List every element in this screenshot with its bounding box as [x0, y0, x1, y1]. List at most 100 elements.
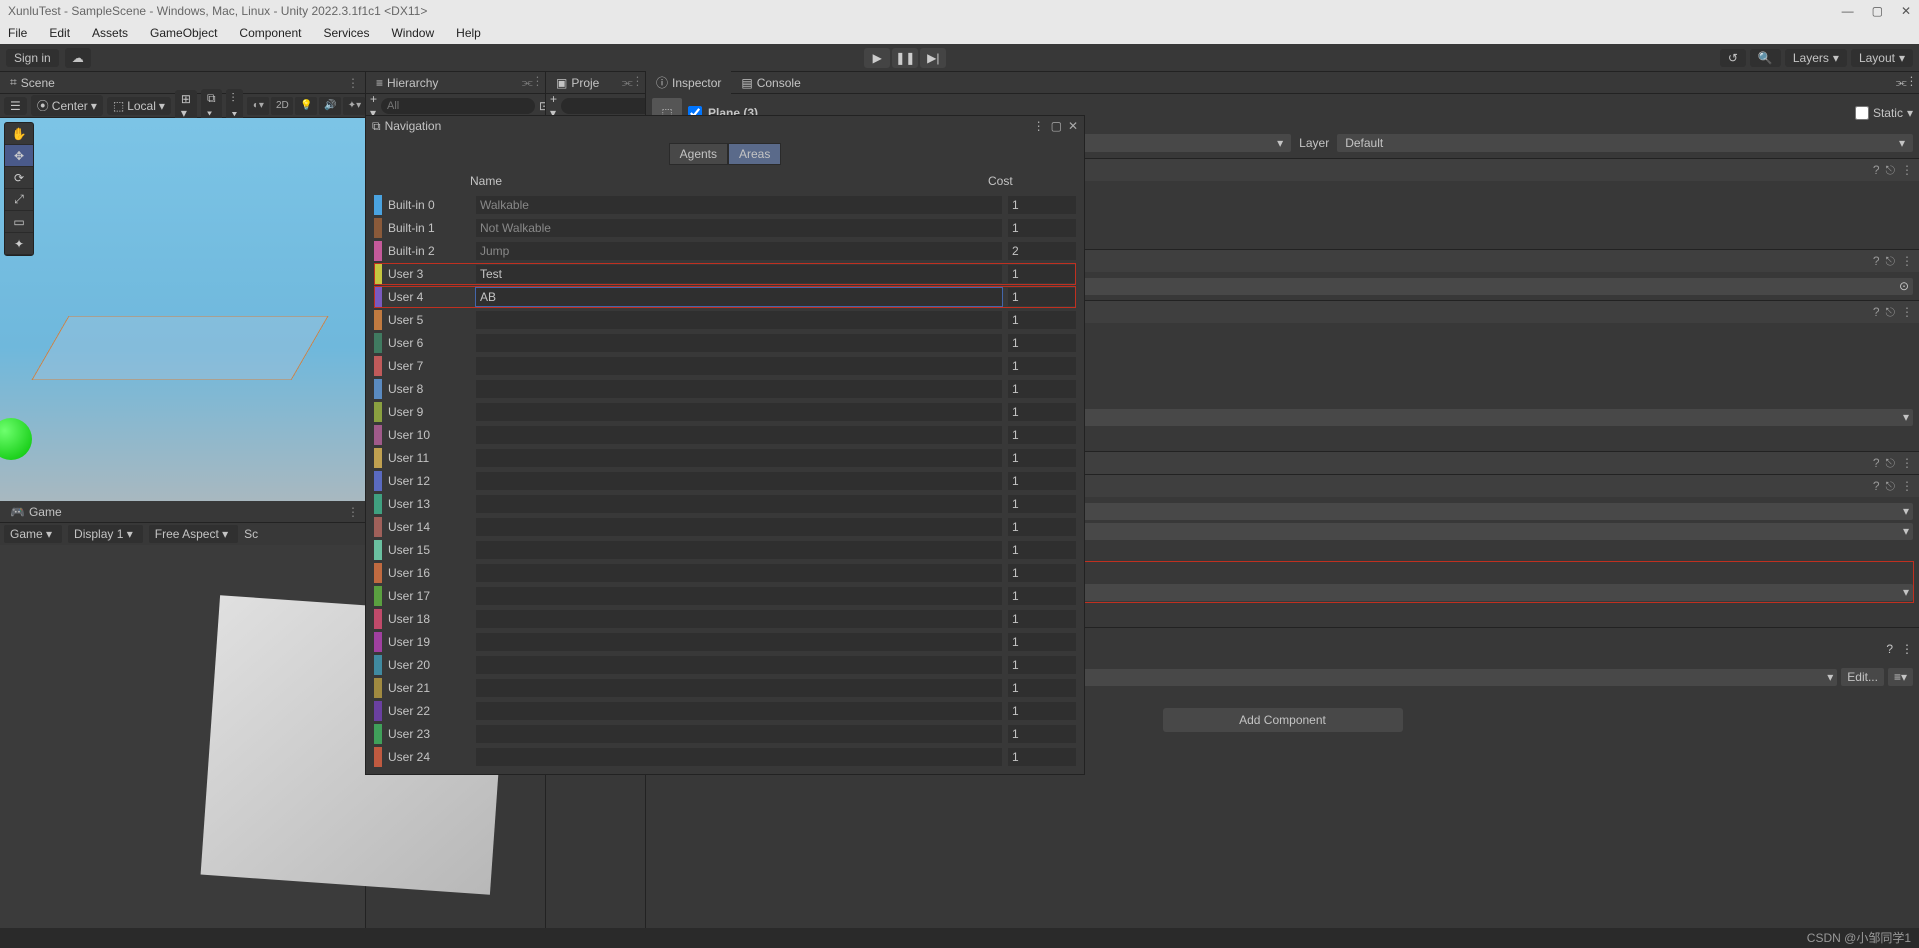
hand-tool-icon[interactable]: ✋ — [5, 123, 33, 145]
menu-assets[interactable]: Assets — [92, 26, 128, 40]
nav-tab-areas[interactable]: Areas — [728, 143, 781, 165]
area-name-input[interactable] — [476, 357, 1002, 375]
area-cost-input[interactable] — [1008, 334, 1076, 352]
area-name-input[interactable] — [476, 679, 1002, 697]
area-cost-input[interactable] — [1008, 679, 1076, 697]
area-color-swatch[interactable] — [374, 218, 382, 238]
pivot-center-dropdown[interactable]: ⦿Center ▾ — [31, 95, 103, 116]
area-name-input[interactable] — [476, 495, 1002, 513]
tab-project[interactable]: ▣Proje — [546, 73, 609, 93]
area-cost-input[interactable] — [1008, 403, 1076, 421]
area-color-swatch[interactable] — [374, 402, 382, 422]
search-icon[interactable]: 🔍 — [1750, 49, 1781, 67]
area-cost-input[interactable] — [1008, 357, 1076, 375]
area-name-input[interactable] — [476, 633, 1002, 651]
lighting-icon[interactable]: 💡 — [295, 97, 317, 115]
preset-icon[interactable]: ⎋ — [1886, 305, 1896, 320]
static-dropdown-icon[interactable]: ▾ — [1907, 106, 1913, 120]
layers-dropdown[interactable]: Layers ▾ — [1785, 49, 1847, 67]
area-color-swatch[interactable] — [374, 701, 382, 721]
tab-hierarchy[interactable]: ≡Hierarchy — [366, 73, 448, 93]
area-color-swatch[interactable] — [374, 471, 382, 491]
area-cost-input[interactable] — [1008, 564, 1076, 582]
area-name-input[interactable] — [476, 403, 1002, 421]
object-picker-icon[interactable]: ⊙ — [1899, 279, 1909, 293]
area-cost-input[interactable] — [1008, 541, 1076, 559]
area-cost-input[interactable] — [1008, 449, 1076, 467]
area-color-swatch[interactable] — [374, 356, 382, 376]
rotate-tool-icon[interactable]: ⟳ — [5, 167, 33, 189]
menu-file[interactable]: File — [8, 26, 27, 40]
move-tool-icon[interactable]: ✥ — [5, 145, 33, 167]
help-icon[interactable]: ? — [1886, 642, 1893, 656]
help-icon[interactable]: ? — [1873, 305, 1880, 320]
help-icon[interactable]: ? — [1873, 254, 1880, 269]
material-menu-icon[interactable]: ≡▾ — [1888, 668, 1913, 686]
scale-tool-icon[interactable]: ⤢ — [5, 189, 33, 211]
pause-button[interactable]: ❚❚ — [892, 48, 918, 68]
area-color-swatch[interactable] — [374, 241, 382, 261]
area-color-swatch[interactable] — [374, 310, 382, 330]
area-name-input[interactable] — [476, 702, 1002, 720]
draw-mode-icon[interactable]: ◐▾ — [247, 97, 269, 115]
area-color-swatch[interactable] — [374, 586, 382, 606]
area-cost-input[interactable] — [1008, 495, 1076, 513]
area-name-input[interactable] — [476, 334, 1002, 352]
area-name-input[interactable] — [476, 311, 1002, 329]
area-color-swatch[interactable] — [374, 655, 382, 675]
area-cost-input[interactable] — [1008, 265, 1076, 283]
area-name-input[interactable] — [476, 587, 1002, 605]
area-color-swatch[interactable] — [374, 287, 382, 307]
area-name-input[interactable] — [476, 426, 1002, 444]
menu-component[interactable]: Component — [239, 26, 301, 40]
area-cost-input[interactable] — [1008, 518, 1076, 536]
area-color-swatch[interactable] — [374, 448, 382, 468]
area-color-swatch[interactable] — [374, 609, 382, 629]
close-icon[interactable]: ✕ — [1901, 4, 1911, 18]
scene-viewport[interactable]: ✋ ✥ ⟳ ⤢ ▭ ✦ — [0, 118, 365, 501]
transform-tool-icon[interactable]: ✦ — [5, 233, 33, 255]
maximize-icon[interactable]: ▢ — [1051, 119, 1062, 133]
grid-snap-icon[interactable]: ⊞ ▾ — [175, 90, 197, 122]
area-color-swatch[interactable] — [374, 678, 382, 698]
pivot-local-dropdown[interactable]: ⬚Local ▾ — [107, 97, 171, 115]
area-cost-input[interactable] — [1008, 633, 1076, 651]
area-name-input[interactable] — [476, 380, 1002, 398]
panel-menu-icon[interactable]: ⋮ — [341, 505, 365, 519]
area-name-input[interactable] — [476, 541, 1002, 559]
area-color-swatch[interactable] — [374, 724, 382, 744]
tab-inspector[interactable]: ⓘInspector — [646, 71, 731, 94]
signin-button[interactable]: Sign in — [6, 49, 59, 67]
menu-help[interactable]: Help — [456, 26, 481, 40]
help-icon[interactable]: ? — [1873, 163, 1880, 178]
area-cost-input[interactable] — [1008, 610, 1076, 628]
menu-icon[interactable]: ⋮ — [1901, 305, 1913, 320]
area-name-input[interactable] — [476, 472, 1002, 490]
fx-icon[interactable]: ✦▾ — [343, 97, 365, 115]
area-cost-input[interactable] — [1008, 311, 1076, 329]
area-color-swatch[interactable] — [374, 540, 382, 560]
menu-window[interactable]: Window — [391, 26, 434, 40]
menu-edit[interactable]: Edit — [49, 26, 70, 40]
area-name-input[interactable] — [476, 725, 1002, 743]
panel-menu-icon[interactable]: ⋮ — [1033, 119, 1045, 133]
audio-icon[interactable]: 🔊 — [319, 97, 341, 115]
aspect-dropdown[interactable]: Free Aspect ▾ — [149, 525, 238, 543]
tab-navigation[interactable]: ⧉Navigation — [372, 119, 441, 134]
edit-button[interactable]: Edit... — [1841, 668, 1884, 686]
preset-icon[interactable]: ⎋ — [1886, 254, 1896, 269]
area-color-swatch[interactable] — [374, 379, 382, 399]
panel-menu-icon[interactable]: ⫘ ⋮ — [1890, 75, 1919, 90]
menu-icon[interactable]: ⋮ — [1901, 642, 1913, 656]
area-cost-input[interactable] — [1008, 702, 1076, 720]
area-cost-input[interactable] — [1008, 288, 1076, 306]
menu-gameobject[interactable]: GameObject — [150, 26, 217, 40]
help-icon[interactable]: ? — [1873, 456, 1880, 471]
tab-game[interactable]: 🎮Game — [0, 502, 72, 522]
history-icon[interactable]: ↺ — [1720, 49, 1746, 67]
area-color-swatch[interactable] — [374, 425, 382, 445]
tab-console[interactable]: ▤Console — [731, 73, 810, 93]
area-color-swatch[interactable] — [374, 563, 382, 583]
minimize-icon[interactable]: — — [1842, 4, 1854, 18]
2d-toggle[interactable]: 2D — [271, 97, 293, 115]
